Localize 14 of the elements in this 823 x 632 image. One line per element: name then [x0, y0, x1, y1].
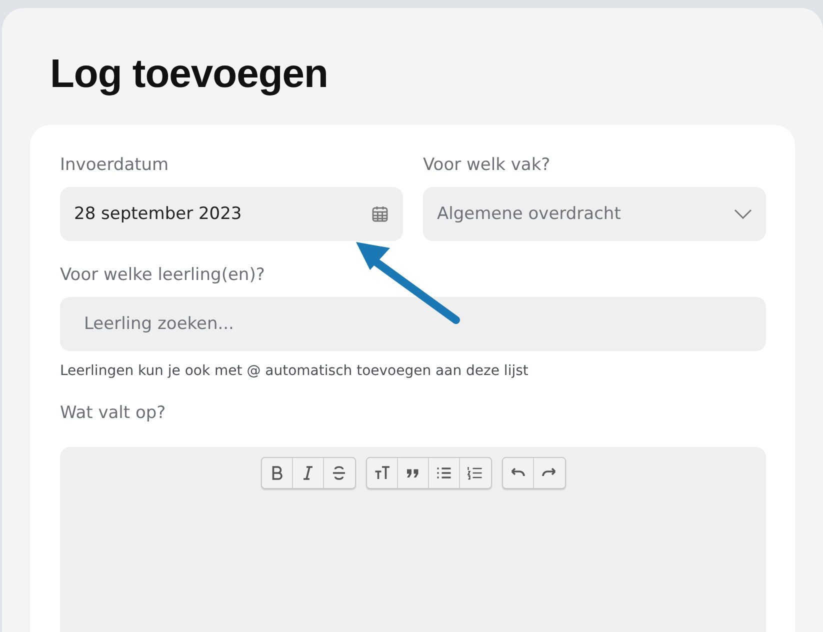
student-search-field[interactable]: Leerling zoeken... [60, 297, 766, 351]
field-label: Invoerdatum [60, 155, 170, 175]
text-size-icon [372, 464, 390, 482]
page-title: Log toevoegen [50, 52, 329, 97]
subject-select[interactable]: Algemene overdracht [423, 187, 766, 241]
chevron-down-icon [734, 209, 752, 219]
date-field[interactable]: 28 september 2023 [60, 187, 403, 241]
field-label: Wat valt op? [60, 403, 167, 423]
hint-text: Leerlingen kun je ook met @ automatisch toevoegen aan deze lijst [60, 363, 530, 379]
field-label: Voor welke leerling(en)? [60, 265, 266, 285]
calendar-icon [371, 205, 389, 223]
strikethrough-icon [330, 464, 348, 482]
numbered-list-icon [466, 464, 484, 482]
field-label: Voor welk vak? [423, 155, 552, 175]
